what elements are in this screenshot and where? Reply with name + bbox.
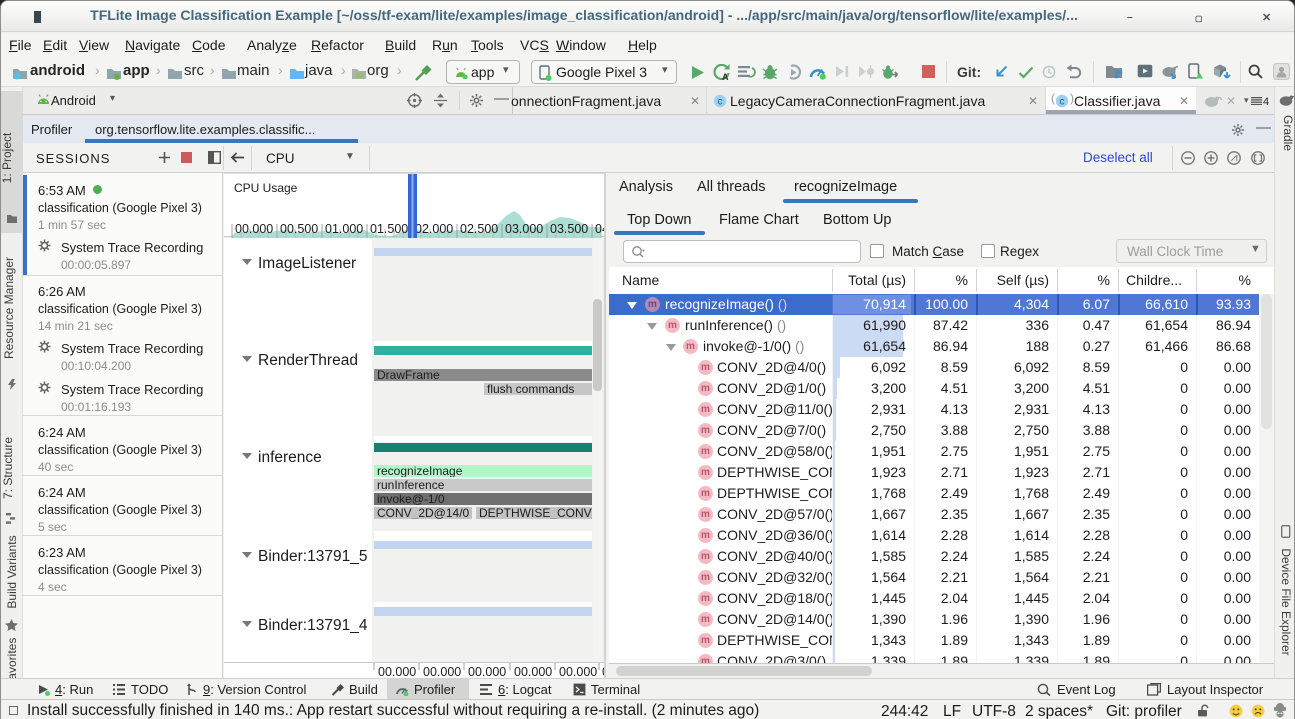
svg-text:00.000: 00.000	[235, 222, 273, 236]
svg-text:01.500: 01.500	[370, 222, 408, 236]
svg-text:02.500: 02.500	[460, 222, 498, 236]
svg-text:0: 0	[602, 665, 606, 678]
svg-text:00.000: 00.000	[468, 665, 506, 678]
svg-text:00.000: 00.000	[514, 665, 552, 678]
svg-text:03.000: 03.000	[505, 222, 543, 236]
svg-text:c: c	[1060, 97, 1065, 108]
svg-text:00.000: 00.000	[423, 665, 461, 678]
svg-text:00.000: 00.000	[559, 665, 597, 678]
svg-text:A: A	[722, 72, 729, 81]
svg-text:c: c	[718, 97, 723, 108]
svg-text:02.000: 02.000	[415, 222, 453, 236]
svg-text:00.500: 00.500	[280, 222, 318, 236]
svg-text:00.000: 00.000	[378, 665, 416, 678]
svg-text:03.500: 03.500	[550, 222, 588, 236]
svg-text:04.0: 04.0	[595, 222, 604, 236]
svg-text:01.000: 01.000	[325, 222, 363, 236]
